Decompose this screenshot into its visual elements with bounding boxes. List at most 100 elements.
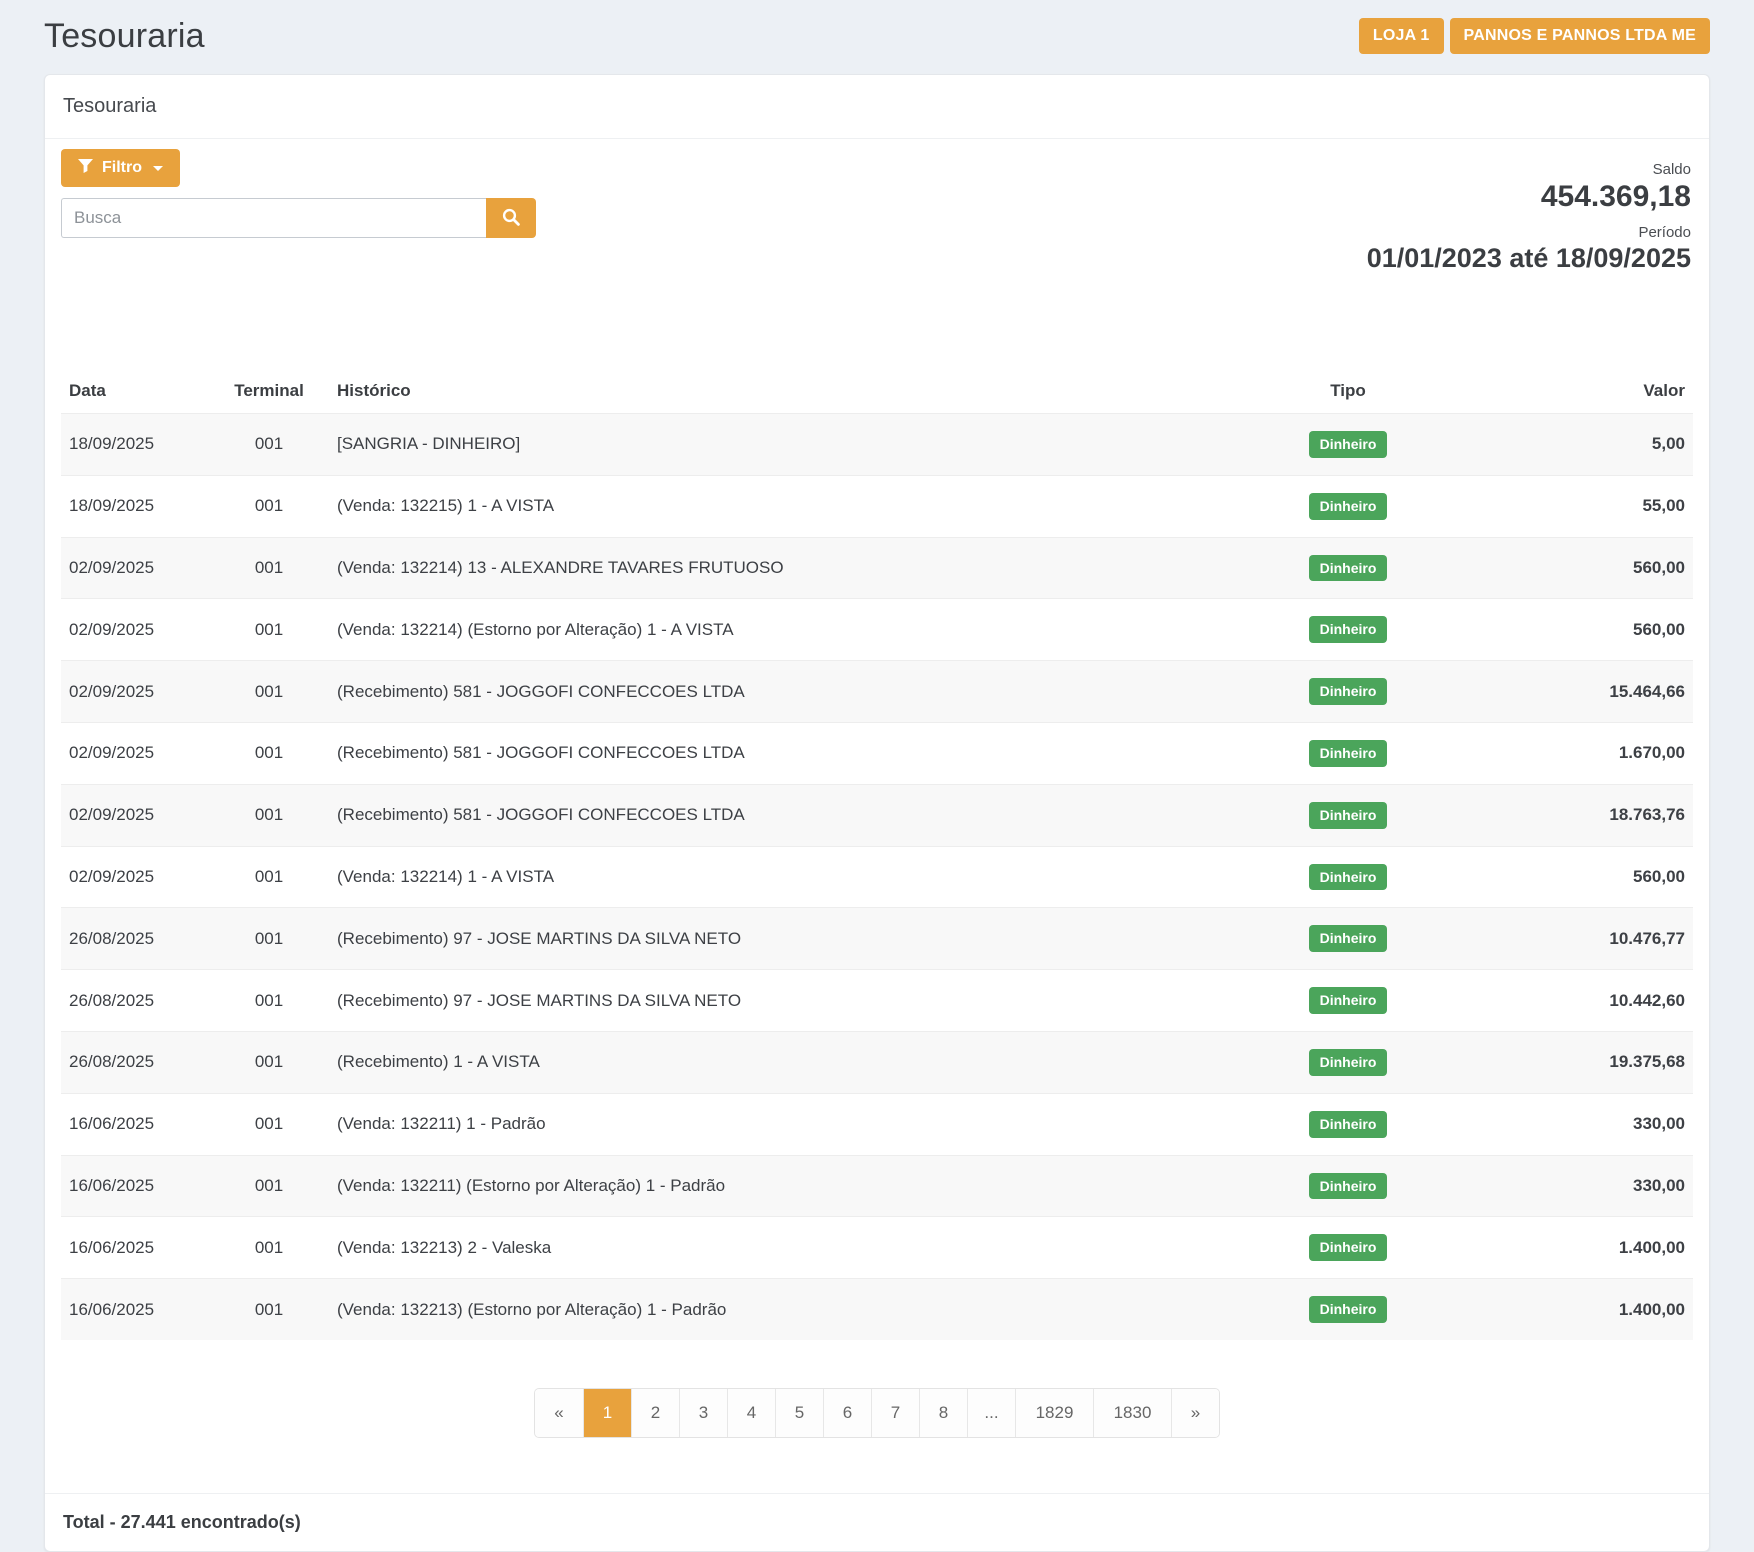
cell-terminal: 001 <box>209 1031 329 1093</box>
page-title: Tesouraria <box>44 17 205 56</box>
cell-terminal: 001 <box>209 908 329 970</box>
cell-history: (Recebimento) 581 - JOGGOFI CONFECCOES L… <box>329 722 1198 784</box>
page: Tesouraria LOJA 1 PANNOS E PANNOS LTDA M… <box>0 0 1754 1446</box>
search-button[interactable] <box>486 198 536 238</box>
cell-value: 5,00 <box>1498 414 1693 476</box>
cell-type: Dinheiro <box>1198 908 1498 970</box>
cell-history: (Venda: 132211) (Estorno por Alteração) … <box>329 1155 1198 1217</box>
cell-type: Dinheiro <box>1198 846 1498 908</box>
cell-history: (Recebimento) 97 - JOSE MARTINS DA SILVA… <box>329 908 1198 970</box>
type-badge: Dinheiro <box>1309 1173 1388 1200</box>
cell-terminal: 001 <box>209 784 329 846</box>
type-badge: Dinheiro <box>1309 431 1388 458</box>
search-group <box>61 198 536 238</box>
transactions-table: Data Terminal Histórico Tipo Valor 18/09… <box>61 369 1693 1340</box>
cell-value: 560,00 <box>1498 846 1693 908</box>
cell-type: Dinheiro <box>1198 475 1498 537</box>
pagination-ellipsis[interactable]: ... <box>967 1389 1015 1437</box>
cell-value: 10.476,77 <box>1498 908 1693 970</box>
filter-button[interactable]: Filtro <box>61 149 180 187</box>
cell-terminal: 001 <box>209 970 329 1032</box>
cell-history: (Venda: 132213) 2 - Valeska <box>329 1217 1198 1279</box>
cell-date: 26/08/2025 <box>61 1031 209 1093</box>
cell-date: 02/09/2025 <box>61 599 209 661</box>
pagination-next[interactable]: » <box>1171 1389 1219 1437</box>
cell-date: 02/09/2025 <box>61 846 209 908</box>
cell-type: Dinheiro <box>1198 1217 1498 1279</box>
table-row: 26/08/2025001(Recebimento) 97 - JOSE MAR… <box>61 908 1693 970</box>
cell-type: Dinheiro <box>1198 661 1498 723</box>
cell-type: Dinheiro <box>1198 722 1498 784</box>
table-row: 02/09/2025001(Venda: 132214) (Estorno po… <box>61 599 1693 661</box>
chevron-down-icon <box>153 166 163 171</box>
store-badges: LOJA 1 PANNOS E PANNOS LTDA ME <box>1359 18 1710 54</box>
type-badge: Dinheiro <box>1309 802 1388 829</box>
saldo-label: Saldo <box>1367 161 1691 178</box>
type-badge: Dinheiro <box>1309 1234 1388 1261</box>
type-badge: Dinheiro <box>1309 493 1388 520</box>
cell-history: (Recebimento) 1 - A VISTA <box>329 1031 1198 1093</box>
pagination-page-4[interactable]: 4 <box>727 1389 775 1437</box>
tesouraria-card: Tesouraria Filtro <box>44 74 1710 1552</box>
pagination-page-7[interactable]: 7 <box>871 1389 919 1437</box>
cell-type: Dinheiro <box>1198 784 1498 846</box>
pagination: «12345678...18291830» <box>534 1388 1220 1438</box>
table-row: 02/09/2025001(Recebimento) 581 - JOGGOFI… <box>61 722 1693 784</box>
cell-date: 18/09/2025 <box>61 414 209 476</box>
cell-terminal: 001 <box>209 475 329 537</box>
pagination-page-1830[interactable]: 1830 <box>1093 1389 1171 1437</box>
card-title: Tesouraria <box>45 75 1709 139</box>
column-header-historico: Histórico <box>329 369 1198 414</box>
cell-type: Dinheiro <box>1198 1155 1498 1217</box>
pagination-page-8[interactable]: 8 <box>919 1389 967 1437</box>
cell-terminal: 001 <box>209 414 329 476</box>
cell-terminal: 001 <box>209 661 329 723</box>
pagination-page-6[interactable]: 6 <box>823 1389 871 1437</box>
pagination-page-3[interactable]: 3 <box>679 1389 727 1437</box>
table-row: 16/06/2025001(Venda: 132213) (Estorno po… <box>61 1279 1693 1340</box>
table-row: 16/06/2025001(Venda: 132213) 2 - Valeska… <box>61 1217 1693 1279</box>
card-body: Filtro Saldo <box>45 139 1709 1493</box>
cell-value: 18.763,76 <box>1498 784 1693 846</box>
cell-history: (Venda: 132214) 13 - ALEXANDRE TAVARES F… <box>329 537 1198 599</box>
column-header-terminal: Terminal <box>209 369 329 414</box>
type-badge: Dinheiro <box>1309 1296 1388 1323</box>
pagination-page-2[interactable]: 2 <box>631 1389 679 1437</box>
table-row: 02/09/2025001(Venda: 132214) 1 - A VISTA… <box>61 846 1693 908</box>
cell-value: 10.442,60 <box>1498 970 1693 1032</box>
table-row: 02/09/2025001(Venda: 132214) 13 - ALEXAN… <box>61 537 1693 599</box>
type-badge: Dinheiro <box>1309 740 1388 767</box>
company-button[interactable]: PANNOS E PANNOS LTDA ME <box>1450 18 1710 54</box>
cell-terminal: 001 <box>209 1093 329 1155</box>
cell-value: 19.375,68 <box>1498 1031 1693 1093</box>
cell-type: Dinheiro <box>1198 599 1498 661</box>
cell-date: 02/09/2025 <box>61 537 209 599</box>
pagination-wrap: «12345678...18291830» <box>61 1388 1693 1438</box>
cell-terminal: 001 <box>209 537 329 599</box>
pagination-page-1829[interactable]: 1829 <box>1015 1389 1093 1437</box>
column-header-valor: Valor <box>1498 369 1693 414</box>
cell-history: (Venda: 132215) 1 - A VISTA <box>329 475 1198 537</box>
cell-history: (Recebimento) 97 - JOSE MARTINS DA SILVA… <box>329 970 1198 1032</box>
cell-type: Dinheiro <box>1198 970 1498 1032</box>
pagination-prev[interactable]: « <box>535 1389 583 1437</box>
table-row: 26/08/2025001(Recebimento) 1 - A VISTA Di… <box>61 1031 1693 1093</box>
cell-history: [SANGRIA - DINHEIRO] <box>329 414 1198 476</box>
cell-type: Dinheiro <box>1198 1093 1498 1155</box>
cell-date: 02/09/2025 <box>61 661 209 723</box>
pagination-page-5[interactable]: 5 <box>775 1389 823 1437</box>
search-input[interactable] <box>61 198 486 238</box>
cell-terminal: 001 <box>209 599 329 661</box>
table-row: 02/09/2025001(Recebimento) 581 - JOGGOFI… <box>61 784 1693 846</box>
type-badge: Dinheiro <box>1309 616 1388 643</box>
filter-button-label: Filtro <box>102 159 142 177</box>
pagination-page-1[interactable]: 1 <box>583 1389 631 1437</box>
store-button[interactable]: LOJA 1 <box>1359 18 1444 54</box>
funnel-icon <box>78 159 93 178</box>
search-icon <box>502 208 520 229</box>
table-row: 18/09/2025001[SANGRIA - DINHEIRO] Dinheir… <box>61 414 1693 476</box>
cell-value: 560,00 <box>1498 537 1693 599</box>
type-badge: Dinheiro <box>1309 1049 1388 1076</box>
cell-terminal: 001 <box>209 1217 329 1279</box>
cell-value: 1.670,00 <box>1498 722 1693 784</box>
